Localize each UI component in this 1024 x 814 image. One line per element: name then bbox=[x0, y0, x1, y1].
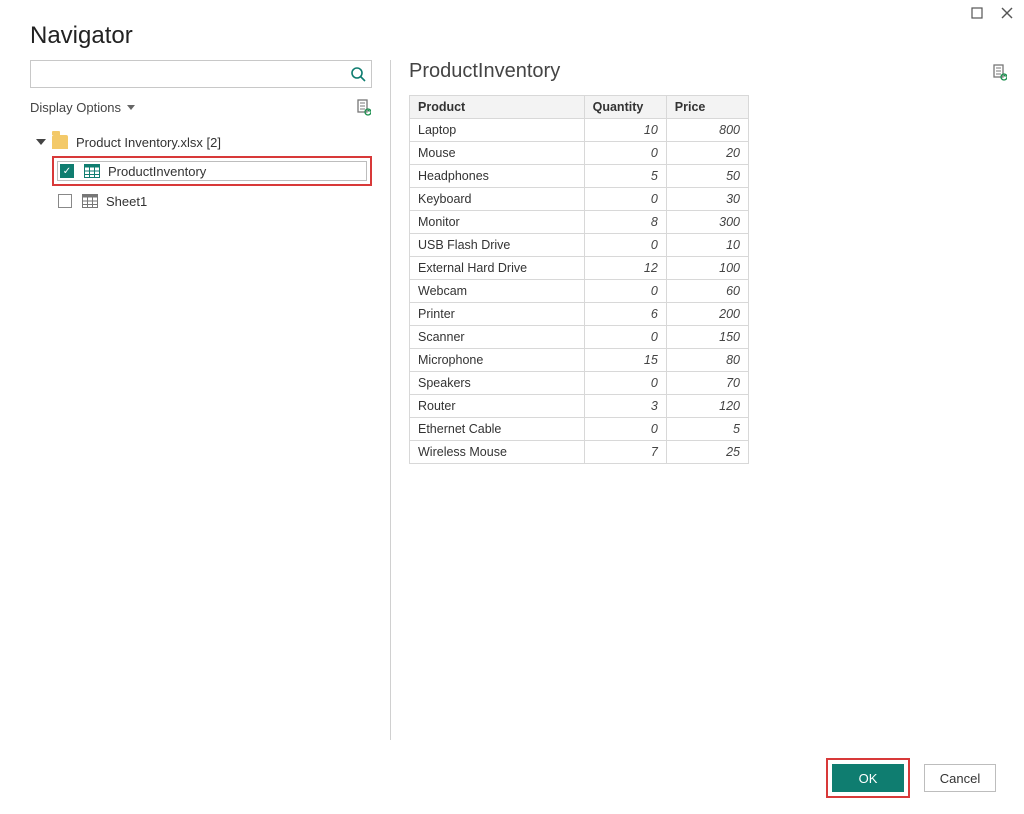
cell-price: 100 bbox=[666, 257, 748, 280]
search-input[interactable] bbox=[31, 67, 345, 82]
refresh-icon[interactable] bbox=[354, 98, 372, 116]
page-title: Navigator bbox=[30, 22, 994, 50]
search-box[interactable] bbox=[30, 60, 372, 88]
table-row[interactable]: Monitor8300 bbox=[410, 211, 749, 234]
cell-product: Wireless Mouse bbox=[410, 441, 585, 464]
cell-product: Ethernet Cable bbox=[410, 418, 585, 441]
table-row[interactable]: USB Flash Drive010 bbox=[410, 234, 749, 257]
cell-product: Keyboard bbox=[410, 188, 585, 211]
cell-price: 30 bbox=[666, 188, 748, 211]
cell-quantity: 0 bbox=[584, 418, 666, 441]
col-quantity[interactable]: Quantity bbox=[584, 96, 666, 119]
folder-icon bbox=[52, 135, 68, 149]
cell-product: USB Flash Drive bbox=[410, 234, 585, 257]
cell-price: 60 bbox=[666, 280, 748, 303]
cancel-button[interactable]: Cancel bbox=[924, 764, 996, 792]
tree-root[interactable]: Product Inventory.xlsx [2] bbox=[30, 128, 372, 156]
table-row[interactable]: Laptop10800 bbox=[410, 119, 749, 142]
cell-product: Webcam bbox=[410, 280, 585, 303]
table-row[interactable]: Headphones550 bbox=[410, 165, 749, 188]
cell-quantity: 7 bbox=[584, 441, 666, 464]
cell-price: 800 bbox=[666, 119, 748, 142]
cell-product: Monitor bbox=[410, 211, 585, 234]
cell-price: 10 bbox=[666, 234, 748, 257]
table-row[interactable]: Keyboard030 bbox=[410, 188, 749, 211]
table-row[interactable]: Ethernet Cable05 bbox=[410, 418, 749, 441]
cell-product: Printer bbox=[410, 303, 585, 326]
maximize-icon[interactable] bbox=[970, 6, 984, 20]
table-row[interactable]: Speakers070 bbox=[410, 372, 749, 395]
tree-item-productinventory[interactable]: ✓ ProductInventory bbox=[52, 156, 372, 186]
sheet-icon bbox=[82, 194, 98, 208]
table-icon bbox=[84, 164, 100, 178]
display-options-label: Display Options bbox=[30, 100, 121, 115]
col-product[interactable]: Product bbox=[410, 96, 585, 119]
cell-product: Router bbox=[410, 395, 585, 418]
tree-item-label: Sheet1 bbox=[106, 194, 147, 209]
cell-price: 20 bbox=[666, 142, 748, 165]
cell-price: 150 bbox=[666, 326, 748, 349]
cell-product: Headphones bbox=[410, 165, 585, 188]
cell-price: 80 bbox=[666, 349, 748, 372]
cell-product: Speakers bbox=[410, 372, 585, 395]
cell-price: 70 bbox=[666, 372, 748, 395]
table-row[interactable]: Webcam060 bbox=[410, 280, 749, 303]
cell-quantity: 0 bbox=[584, 188, 666, 211]
table-row[interactable]: Wireless Mouse725 bbox=[410, 441, 749, 464]
checkbox-productinventory[interactable]: ✓ bbox=[60, 164, 74, 178]
tree-root-label: Product Inventory.xlsx [2] bbox=[76, 135, 221, 150]
display-options-dropdown[interactable]: Display Options bbox=[30, 100, 135, 115]
cell-product: Microphone bbox=[410, 349, 585, 372]
cell-price: 300 bbox=[666, 211, 748, 234]
cell-product: External Hard Drive bbox=[410, 257, 585, 280]
expand-toggle-icon[interactable] bbox=[34, 135, 48, 149]
table-row[interactable]: Microphone1580 bbox=[410, 349, 749, 372]
ok-button[interactable]: OK bbox=[832, 764, 904, 792]
cell-quantity: 12 bbox=[584, 257, 666, 280]
cell-quantity: 0 bbox=[584, 142, 666, 165]
cell-product: Mouse bbox=[410, 142, 585, 165]
close-icon[interactable] bbox=[1000, 6, 1014, 20]
cell-quantity: 0 bbox=[584, 280, 666, 303]
chevron-down-icon bbox=[127, 105, 135, 110]
cell-quantity: 6 bbox=[584, 303, 666, 326]
ok-button-highlight: OK bbox=[826, 758, 910, 798]
cell-quantity: 5 bbox=[584, 165, 666, 188]
cell-price: 50 bbox=[666, 165, 748, 188]
cell-quantity: 10 bbox=[584, 119, 666, 142]
cell-quantity: 0 bbox=[584, 326, 666, 349]
cell-product: Scanner bbox=[410, 326, 585, 349]
col-price[interactable]: Price bbox=[666, 96, 748, 119]
cell-price: 25 bbox=[666, 441, 748, 464]
table-row[interactable]: Scanner0150 bbox=[410, 326, 749, 349]
tree-item-sheet1[interactable]: Sheet1 bbox=[52, 186, 372, 216]
cell-price: 5 bbox=[666, 418, 748, 441]
cell-price: 200 bbox=[666, 303, 748, 326]
cell-quantity: 8 bbox=[584, 211, 666, 234]
cell-product: Laptop bbox=[410, 119, 585, 142]
refresh-preview-icon[interactable] bbox=[990, 63, 1008, 81]
search-icon[interactable] bbox=[345, 66, 371, 82]
vertical-divider bbox=[390, 60, 391, 740]
table-row[interactable]: Printer6200 bbox=[410, 303, 749, 326]
cell-quantity: 3 bbox=[584, 395, 666, 418]
cell-quantity: 15 bbox=[584, 349, 666, 372]
preview-title: ProductInventory bbox=[409, 60, 560, 83]
table-row[interactable]: External Hard Drive12100 bbox=[410, 257, 749, 280]
cell-quantity: 0 bbox=[584, 372, 666, 395]
cell-quantity: 0 bbox=[584, 234, 666, 257]
cell-price: 120 bbox=[666, 395, 748, 418]
preview-table: Product Quantity Price Laptop10800Mouse0… bbox=[409, 95, 749, 464]
tree-item-label: ProductInventory bbox=[108, 164, 206, 179]
table-row[interactable]: Router3120 bbox=[410, 395, 749, 418]
table-row[interactable]: Mouse020 bbox=[410, 142, 749, 165]
checkbox-sheet1[interactable] bbox=[58, 194, 72, 208]
